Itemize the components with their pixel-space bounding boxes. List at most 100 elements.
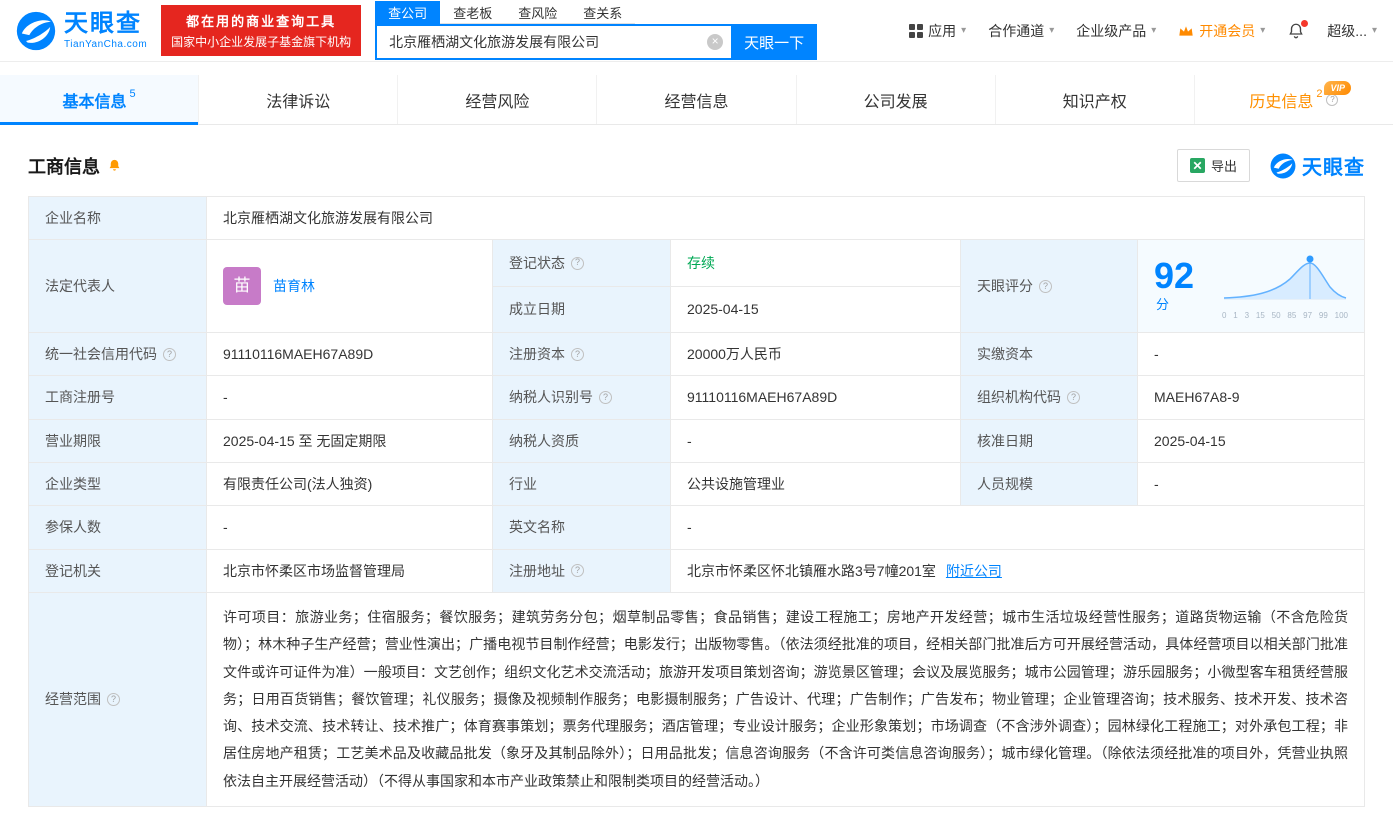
label-text: 核准日期 (977, 433, 1033, 449)
help-icon[interactable]: ? (107, 693, 120, 706)
search-tab-boss[interactable]: 查老板 (440, 1, 505, 24)
tab-basic-info[interactable]: 基本信息 5 (0, 75, 199, 124)
score-curve (1222, 251, 1348, 303)
value-text: - (1154, 476, 1159, 492)
label-text: 实缴资本 (977, 346, 1033, 362)
value-paid-capital: - (1138, 333, 1365, 376)
tab-label: 知识产权 (1063, 88, 1127, 112)
nav-user[interactable]: 超级... ▾ (1327, 21, 1377, 41)
value-establish-date: 2025-04-15 (671, 286, 961, 332)
value-business-term: 2025-04-15 至 无固定期限 (207, 419, 493, 462)
search-tab-relation[interactable]: 查关系 (570, 1, 635, 24)
value-text: 20000万人民币 (687, 346, 782, 362)
value-text: 公共设施管理业 (687, 476, 785, 492)
tab-label: 历史信息 (1249, 88, 1313, 112)
logo-domain: TianYanCha.com (64, 39, 147, 50)
tab-legal-proceedings[interactable]: 法律诉讼 (199, 75, 398, 124)
nav-enterprise[interactable]: 企业级产品 ▾ (1076, 21, 1156, 41)
table-row: 参保人数 - 英文名称 - (29, 506, 1365, 549)
notification-dot (1301, 20, 1308, 27)
label-english-name: 英文名称 (493, 506, 671, 549)
promo-badge: 都在用的商业查询工具 国家中小企业发展子基金旗下机构 (161, 5, 361, 56)
help-icon[interactable]: ? (599, 391, 612, 404)
nav-apps-label: 应用 (928, 21, 956, 41)
search-button[interactable]: 天眼一下 (731, 24, 817, 60)
nav-apps[interactable]: 应用 ▾ (909, 21, 966, 41)
label-company-name: 企业名称 (29, 197, 207, 240)
help-icon[interactable]: ? (1039, 280, 1052, 293)
tab-count: 5 (130, 88, 136, 100)
nav-partner[interactable]: 合作通道 ▾ (988, 21, 1054, 41)
company-tabbar: 基本信息 5 法律诉讼 经营风险 经营信息 公司发展 知识产权 历史信息 2 ?… (0, 75, 1393, 125)
label-tianyan-score: 天眼评分? (961, 240, 1138, 333)
status-badge: 存续 (687, 255, 715, 271)
help-icon[interactable]: ? (1326, 94, 1338, 106)
search-box: × 天眼一下 (375, 24, 817, 60)
business-scope-text: 许可项目：旅游业务；住宿服务；餐饮服务；建筑劳务分包；烟草制品零售；食品销售；建… (223, 604, 1348, 795)
score-value: 92分 (1154, 258, 1204, 315)
label-text: 企业名称 (45, 210, 101, 226)
tab-label: 法律诉讼 (266, 88, 330, 112)
tab-label: 公司发展 (864, 88, 928, 112)
search-tab-company[interactable]: 查公司 (375, 1, 440, 24)
help-icon[interactable]: ? (571, 348, 584, 361)
nav-vip[interactable]: 开通会员 ▾ (1178, 21, 1265, 41)
tianyan-score[interactable]: 92分 0131550859799100 (1154, 251, 1348, 321)
promo-badge-line1: 都在用的商业查询工具 (171, 11, 351, 30)
nearby-company-link[interactable]: 附近公司 (946, 563, 1002, 579)
value-reg-status: 存续 (671, 240, 961, 286)
bell-icon[interactable] (107, 158, 122, 173)
value-text: - (1154, 346, 1159, 362)
tab-history-info[interactable]: 历史信息 2 ? VIP (1195, 75, 1393, 124)
tab-company-development[interactable]: 公司发展 (797, 75, 996, 124)
table-row: 工商注册号 - 纳税人识别号? 91110116MAEH67A89D 组织机构代… (29, 376, 1365, 419)
value-text: MAEH67A8-9 (1154, 389, 1240, 405)
help-icon[interactable]: ? (1067, 391, 1080, 404)
value-text: 2025-04-15 (1154, 433, 1226, 449)
tab-operating-risk[interactable]: 经营风险 (398, 75, 597, 124)
label-staff-size: 人员规模 (961, 463, 1138, 506)
label-paid-capital: 实缴资本 (961, 333, 1138, 376)
clear-icon[interactable]: × (707, 34, 723, 50)
table-row: 企业类型 有限责任公司(法人独资) 行业 公共设施管理业 人员规模 - (29, 463, 1365, 506)
nav-partner-label: 合作通道 (988, 21, 1044, 41)
label-text: 纳税人资质 (509, 433, 579, 449)
search-input[interactable] (387, 33, 707, 51)
label-taxpayer-id: 纳税人识别号? (493, 376, 671, 419)
grid-icon (909, 24, 923, 38)
nav-vip-label: 开通会员 (1199, 21, 1255, 41)
value-text: 91110116MAEH67A89D (223, 346, 373, 362)
value-text: - (223, 519, 228, 535)
logo-name: 天眼查 (64, 12, 147, 36)
export-button[interactable]: 导出 (1177, 149, 1250, 182)
nav-notifications[interactable] (1287, 22, 1305, 40)
legal-rep-link[interactable]: 苗育林 (273, 276, 315, 296)
search-tab-label: 查风险 (518, 3, 557, 22)
search-tab-label: 查关系 (583, 3, 622, 22)
top-navigation: 应用 ▾ 合作通道 ▾ 企业级产品 ▾ 开通会员 ▾ 超级... ▾ (909, 21, 1377, 41)
label-text: 人员规模 (977, 476, 1033, 492)
search-tab-risk[interactable]: 查风险 (505, 1, 570, 24)
chevron-down-icon: ▾ (1049, 25, 1054, 36)
legal-rep-avatar[interactable]: 苗 (223, 267, 261, 305)
export-label: 导出 (1211, 156, 1237, 175)
brand-name: 天眼查 (1302, 151, 1365, 180)
help-icon[interactable]: ? (163, 348, 176, 361)
score-chart: 0131550859799100 (1222, 251, 1348, 321)
tab-intellectual-property[interactable]: 知识产权 (996, 75, 1195, 124)
help-icon[interactable]: ? (571, 257, 584, 270)
tab-operating-info[interactable]: 经营信息 (597, 75, 796, 124)
label-text: 参保人数 (45, 519, 101, 535)
topbar: 天眼查 TianYanCha.com 都在用的商业查询工具 国家中小企业发展子基… (0, 0, 1393, 62)
table-row: 法定代表人 苗 苗育林 登记状态? 存续 天眼评分? 92分 (29, 240, 1365, 286)
help-icon[interactable]: ? (571, 564, 584, 577)
value-approval-date: 2025-04-15 (1138, 419, 1365, 462)
label-reg-number: 工商注册号 (29, 376, 207, 419)
tianyancha-logo[interactable]: 天眼查 TianYanCha.com (16, 11, 147, 51)
search-area: 查公司 查老板 查风险 查关系 × 天眼一下 (375, 1, 817, 60)
tab-label: 经营信息 (664, 88, 728, 112)
value-company-type: 有限责任公司(法人独资) (207, 463, 493, 506)
value-text: - (687, 519, 692, 535)
label-text: 企业类型 (45, 476, 101, 492)
tianyancha-logo-icon (1270, 153, 1296, 179)
